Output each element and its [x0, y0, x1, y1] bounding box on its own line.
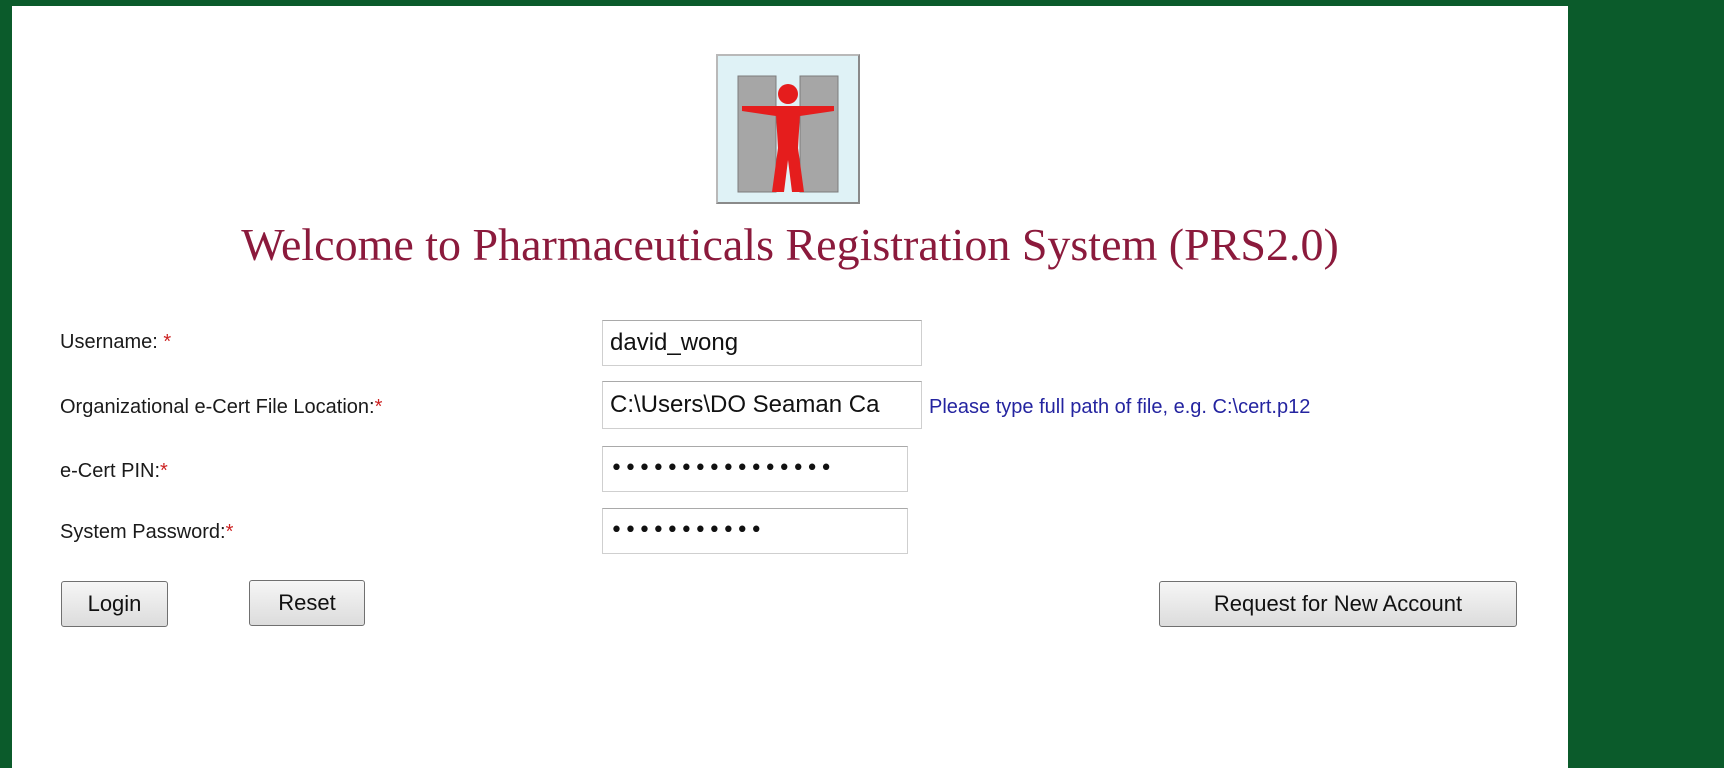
login-panel: Welcome to Pharmaceuticals Registration …	[12, 6, 1568, 768]
system-password-input[interactable]: •••••••••••	[602, 508, 908, 554]
human-figure-logo-icon	[737, 75, 839, 193]
page-title: Welcome to Pharmaceuticals Registration …	[241, 219, 1339, 270]
request-new-account-button[interactable]: Request for New Account	[1159, 581, 1517, 627]
reset-button[interactable]: Reset	[249, 580, 365, 626]
system-password-label-text: System Password:	[60, 521, 226, 543]
cert-location-hint: Please type full path of file, e.g. C:\c…	[929, 396, 1311, 418]
cert-location-label-text: Organizational e-Cert File Location:	[60, 396, 375, 418]
required-marker: *	[374, 396, 383, 418]
username-label: Username: *	[60, 331, 171, 354]
cert-pin-label: e-Cert PIN:*	[60, 460, 168, 483]
cert-location-input[interactable]: C:\Users\DO Seaman Ca	[602, 381, 922, 429]
login-button[interactable]: Login	[61, 581, 168, 627]
username-input[interactable]: david_wong	[602, 320, 922, 366]
cert-pin-label-text: e-Cert PIN:	[60, 460, 161, 482]
username-label-text: Username:	[60, 331, 164, 353]
required-marker: *	[225, 521, 234, 543]
cert-location-label: Organizational e-Cert File Location:*	[60, 396, 382, 419]
required-marker: *	[160, 460, 168, 482]
cert-pin-input[interactable]: ••••••••••••••••	[602, 446, 908, 492]
system-password-label: System Password:*	[60, 521, 233, 544]
required-marker: *	[163, 331, 172, 353]
logo	[716, 54, 860, 204]
